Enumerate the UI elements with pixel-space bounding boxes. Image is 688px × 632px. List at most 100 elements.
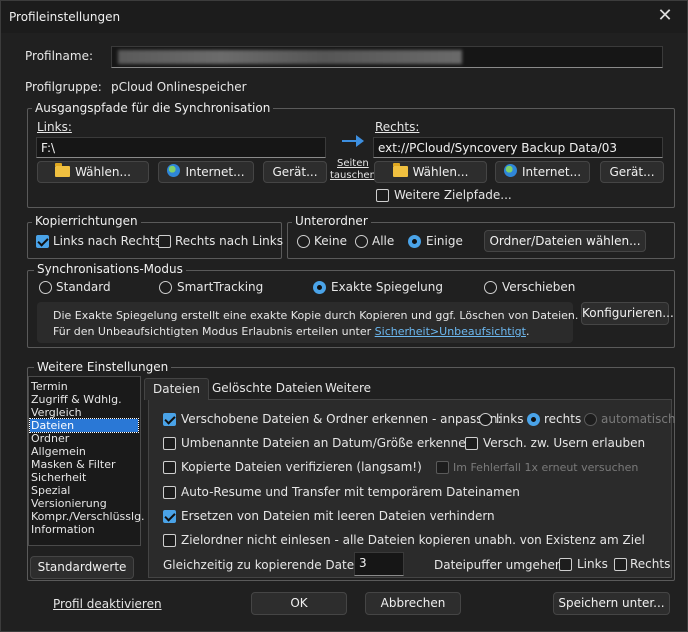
category-item[interactable]: Ordner bbox=[30, 432, 138, 445]
tab-deleted-files[interactable]: Gelöschte Dateien bbox=[204, 378, 331, 400]
left-path-input[interactable]: F:\ bbox=[36, 137, 326, 158]
subfolders-none-radio[interactable] bbox=[297, 235, 310, 248]
swap-sides-line1[interactable]: Seiten bbox=[337, 158, 369, 169]
category-item[interactable]: Vergleich bbox=[30, 406, 138, 419]
ok-button[interactable]: OK bbox=[251, 592, 347, 615]
category-item[interactable]: Information bbox=[30, 523, 138, 536]
cancel-button[interactable]: Abbrechen bbox=[365, 592, 461, 615]
defaults-button[interactable]: Standardwerte bbox=[30, 556, 134, 579]
mode-info-line2: Für den Unbeaufsichtigten Modus Erlaubni… bbox=[53, 325, 529, 338]
mode-move-label: Verschieben bbox=[502, 280, 576, 294]
bypass-right-checkbox[interactable] bbox=[614, 558, 627, 571]
category-item-selected[interactable]: Dateien bbox=[29, 418, 139, 433]
folder-icon bbox=[55, 163, 71, 177]
left-internet-label: Internet... bbox=[185, 165, 245, 179]
tab-files[interactable]: Dateien bbox=[144, 378, 210, 400]
prevent-empty-replace-label: Ersetzen von Dateien mit leeren Dateien … bbox=[181, 509, 495, 523]
title-bar: Profileinstellungen ✕ bbox=[1, 1, 687, 33]
left-internet-button[interactable]: Internet... bbox=[158, 161, 254, 183]
right-to-left-checkbox[interactable] bbox=[158, 235, 171, 248]
concurrent-files-input[interactable]: 3 bbox=[354, 552, 404, 576]
concurrent-files-label: Gleichzeitig zu kopierende Dateien: bbox=[163, 558, 377, 572]
subfolders-title: Unterordner bbox=[292, 214, 371, 228]
auto-resume-checkbox[interactable] bbox=[163, 486, 176, 499]
profile-name-label: Profilname: bbox=[25, 49, 94, 63]
mode-standard-radio[interactable] bbox=[39, 281, 52, 294]
skip-target-scan-checkbox[interactable] bbox=[163, 534, 176, 547]
configure-button[interactable]: Konfigurieren... bbox=[581, 302, 674, 325]
paths-group-title: Ausgangspfade für die Synchronisation bbox=[32, 101, 274, 115]
category-item[interactable]: Allgemein bbox=[30, 445, 138, 458]
swap-sides-line2[interactable]: tauschen bbox=[330, 170, 376, 181]
left-to-right-checkbox[interactable] bbox=[36, 235, 49, 248]
adjust-right-radio[interactable] bbox=[527, 413, 540, 426]
verify-copies-label: Kopierte Dateien verifizieren (langsam!) bbox=[181, 460, 422, 474]
prevent-empty-replace-checkbox[interactable] bbox=[163, 510, 176, 523]
bypass-left-checkbox[interactable] bbox=[559, 558, 572, 571]
detect-renamed-label: Umbenannte Dateien an Datum/Größe erkenn… bbox=[181, 436, 474, 450]
copy-directions-title: Kopierrichtungen bbox=[32, 214, 141, 228]
left-choose-label: Wählen... bbox=[75, 165, 131, 179]
profile-group-label: Profilgruppe: bbox=[25, 80, 102, 94]
adjust-left-radio[interactable] bbox=[479, 413, 492, 426]
window-title: Profileinstellungen bbox=[9, 10, 121, 24]
detect-renamed-checkbox[interactable] bbox=[163, 437, 176, 450]
retry-once-checkbox[interactable] bbox=[436, 461, 449, 474]
retry-once-label: Im Fehlerfall 1x erneut versuchen bbox=[453, 461, 639, 474]
adjust-left-label: links bbox=[496, 412, 524, 426]
globe-icon bbox=[167, 164, 181, 177]
left-to-right-label: Links nach Rechts bbox=[53, 234, 161, 248]
security-unattended-link[interactable]: Sicherheit>Unbeaufsichtigt bbox=[375, 325, 526, 338]
left-path-label: Links: bbox=[37, 120, 72, 134]
detect-moved-checkbox[interactable] bbox=[163, 413, 176, 426]
category-item[interactable]: Zugriff & Wdhlg. bbox=[30, 393, 138, 406]
right-path-input[interactable]: ext://PCloud/Syncovery Backup Data/03 bbox=[373, 137, 663, 158]
folder-icon bbox=[392, 163, 408, 177]
mode-exact-mirror-label: Exakte Spiegelung bbox=[331, 280, 444, 294]
mode-info-line1: Die Exakte Spiegelung erstellt eine exak… bbox=[53, 309, 579, 322]
subfolders-some-label: Einige bbox=[426, 234, 463, 248]
close-icon[interactable]: ✕ bbox=[651, 5, 679, 29]
subfolders-all-radio[interactable] bbox=[355, 235, 368, 248]
mode-info-line2-text: Für den Unbeaufsichtigten Modus Erlaubni… bbox=[53, 325, 372, 338]
category-item[interactable]: Termin bbox=[30, 380, 138, 393]
more-settings-title: Weitere Einstellungen bbox=[34, 360, 172, 374]
sync-mode-title: Synchronisations-Modus bbox=[34, 262, 186, 276]
mode-smarttracking-radio[interactable] bbox=[159, 281, 172, 294]
verify-copies-checkbox[interactable] bbox=[163, 461, 176, 474]
category-item[interactable]: Versionierung bbox=[30, 497, 138, 510]
subfolders-none-label: Keine bbox=[314, 234, 347, 248]
category-item[interactable]: Kompr./Verschlüsslg. bbox=[30, 510, 145, 523]
profile-name-redacted bbox=[118, 50, 462, 64]
adjust-auto-radio[interactable] bbox=[584, 413, 597, 426]
subfolders-some-radio[interactable] bbox=[408, 235, 421, 248]
left-choose-button[interactable]: Wählen... bbox=[37, 161, 149, 183]
save-as-button[interactable]: Speichern unter... bbox=[553, 592, 670, 615]
auto-resume-label: Auto-Resume und Transfer mit temporärem … bbox=[181, 485, 520, 499]
category-item[interactable]: Spezial bbox=[30, 484, 138, 497]
right-choose-button[interactable]: Wählen... bbox=[374, 161, 487, 183]
choose-folders-button[interactable]: Ordner/Dateien wählen... bbox=[484, 230, 646, 252]
tab-more[interactable]: Weitere bbox=[317, 378, 379, 400]
subfolders-all-label: Alle bbox=[372, 234, 395, 248]
mode-smarttracking-label: SmartTracking bbox=[177, 280, 264, 294]
more-targets-checkbox[interactable] bbox=[376, 189, 389, 202]
mode-exact-mirror-radio[interactable] bbox=[313, 281, 326, 294]
category-item[interactable]: Sicherheit bbox=[30, 471, 138, 484]
left-device-button[interactable]: Gerät... bbox=[263, 161, 327, 183]
adjust-auto-label: automatisch bbox=[601, 412, 676, 426]
category-item[interactable]: Masken & Filter bbox=[30, 458, 138, 471]
bypass-buffer-label: Dateipuffer umgehen: bbox=[434, 558, 567, 572]
mode-move-radio[interactable] bbox=[484, 281, 497, 294]
between-users-label: Versch. zw. Usern erlauben bbox=[483, 436, 646, 450]
swap-arrow-icon[interactable] bbox=[342, 135, 364, 147]
globe-icon bbox=[503, 164, 517, 177]
deactivate-profile-link[interactable]: Profil deaktivieren bbox=[53, 597, 162, 611]
skip-target-scan-label: Zielordner nicht einlesen - alle Dateien… bbox=[181, 533, 645, 547]
detect-moved-label: Verschobene Dateien & Ordner erkennen - … bbox=[181, 412, 502, 426]
right-path-label: Rechts: bbox=[375, 120, 420, 134]
bypass-left-label: Links bbox=[577, 557, 608, 571]
right-device-button[interactable]: Gerät... bbox=[600, 161, 664, 183]
between-users-checkbox[interactable] bbox=[465, 437, 478, 450]
right-internet-button[interactable]: Internet... bbox=[495, 161, 590, 183]
